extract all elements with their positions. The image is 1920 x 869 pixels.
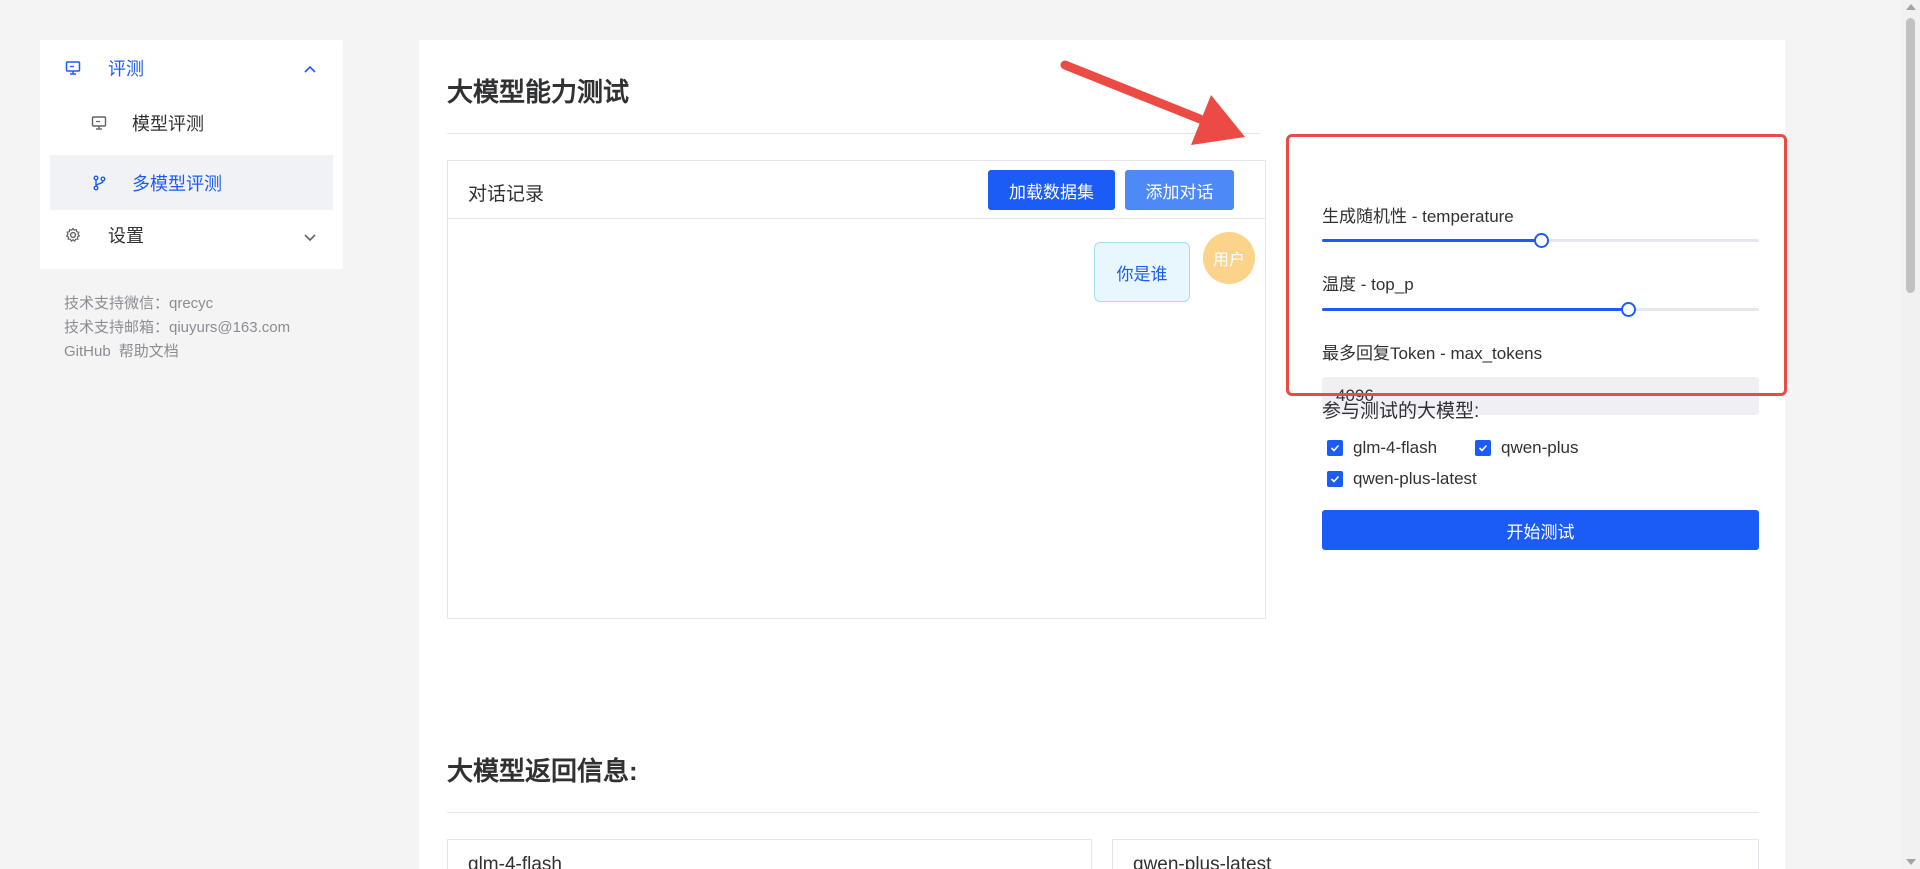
scroll-up-icon[interactable] — [1906, 4, 1916, 10]
sidebar-item-label: 模型评测 — [132, 113, 204, 134]
support-info: 技术支持微信：qrecyc 技术支持邮箱：qiuyurs@163.com Git… — [64, 292, 290, 364]
model-checkbox-glm-4-flash[interactable]: glm-4-flash — [1327, 438, 1437, 458]
slider-handle[interactable] — [1533, 233, 1549, 248]
scroll-down-icon[interactable] — [1906, 859, 1916, 865]
chat-header: 对话记录 加载数据集 添加对话 — [448, 161, 1265, 219]
github-link[interactable]: GitHub — [64, 343, 111, 360]
checkbox-label: qwen-plus — [1501, 438, 1579, 457]
slider-fill — [1322, 308, 1628, 311]
results-title: 大模型返回信息: — [447, 756, 638, 786]
add-dialog-button[interactable]: 添加对话 — [1125, 170, 1234, 210]
chat-title: 对话记录 — [468, 184, 545, 205]
chevron-down-icon — [303, 228, 317, 242]
load-dataset-button[interactable]: 加载数据集 — [988, 170, 1115, 210]
page-title: 大模型能力测试 — [447, 77, 630, 107]
sidebar-item-multi-model-eval[interactable]: 多模型评测 — [50, 155, 333, 210]
monitor-icon — [90, 114, 108, 132]
support-wechat: 技术支持微信：qrecyc — [64, 295, 214, 312]
max-tokens-label: 最多回复Token - max_tokens — [1322, 344, 1543, 363]
sidebar-item-label: 评测 — [108, 58, 144, 79]
main-panel: 大模型能力测试 对话记录 加载数据集 添加对话 你是谁 用户 生成随机性 - t… — [419, 40, 1787, 869]
top-p-slider[interactable] — [1322, 302, 1759, 317]
support-email: 技术支持邮箱：qiuyurs@163.com — [64, 319, 291, 336]
temperature-slider[interactable] — [1322, 233, 1759, 248]
checkbox-label: qwen-plus-latest — [1353, 469, 1477, 488]
results-divider — [447, 812, 1759, 813]
avatar: 用户 — [1203, 232, 1255, 284]
sidebar-item-model-eval[interactable]: 模型评测 — [40, 95, 343, 150]
sidebar: 评测 模型评测 多模型评测 设置 — [40, 40, 343, 269]
sidebar-item-settings[interactable]: 设置 — [40, 207, 343, 262]
chevron-up-icon — [303, 61, 317, 75]
chat-panel: 对话记录 加载数据集 添加对话 你是谁 用户 — [447, 160, 1266, 619]
checkbox-checked-icon — [1327, 471, 1343, 487]
scrollbar-thumb[interactable] — [1906, 18, 1915, 293]
checkbox-checked-icon — [1327, 440, 1343, 456]
result-card-title: glm-4-flash — [468, 854, 562, 869]
annotation-arrow-icon — [1060, 60, 1245, 145]
monitor-icon — [64, 59, 82, 77]
sidebar-item-label: 设置 — [108, 225, 144, 246]
models-label: 参与测试的大模型: — [1322, 401, 1480, 422]
sidebar-item-evaluation[interactable]: 评测 — [40, 40, 343, 95]
result-card-title: qwen-plus-latest — [1133, 854, 1272, 869]
top-p-label: 温度 - top_p — [1322, 275, 1414, 294]
slider-handle[interactable] — [1620, 302, 1636, 317]
scrollbar[interactable] — [1901, 0, 1920, 869]
start-test-button[interactable]: 开始测试 — [1322, 510, 1759, 550]
gear-icon — [64, 226, 82, 244]
checkbox-checked-icon — [1475, 440, 1491, 456]
result-card: qwen-plus-latest — [1112, 839, 1759, 869]
checkbox-label: glm-4-flash — [1353, 438, 1438, 457]
message-bubble: 你是谁 — [1094, 242, 1190, 302]
model-checkbox-qwen-plus[interactable]: qwen-plus — [1475, 438, 1579, 458]
result-card: glm-4-flash — [447, 839, 1092, 869]
docs-link[interactable]: 帮助文档 — [119, 343, 179, 360]
temperature-label: 生成随机性 - temperature — [1322, 207, 1514, 226]
branch-icon — [90, 174, 108, 192]
slider-fill — [1322, 239, 1541, 242]
sidebar-item-label: 多模型评测 — [132, 173, 222, 194]
model-checkbox-qwen-plus-latest[interactable]: qwen-plus-latest — [1327, 469, 1477, 489]
